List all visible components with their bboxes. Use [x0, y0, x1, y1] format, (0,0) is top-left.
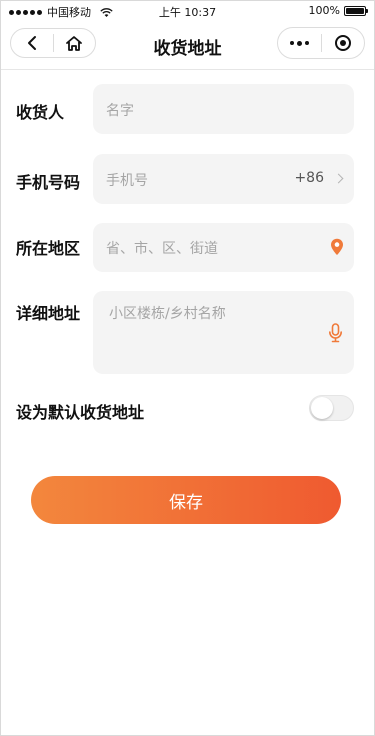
region-row: 所在地区 省、市、区、街道: [1, 223, 374, 272]
phone-placeholder: 手机号: [106, 173, 148, 189]
region-input[interactable]: 省、市、区、街道: [93, 223, 354, 272]
save-button[interactable]: 保存: [31, 476, 341, 524]
detail-label: 详细地址: [16, 304, 81, 323]
nav-bar: 收货地址: [1, 21, 374, 70]
battery-icon: [344, 5, 368, 16]
default-address-row: 设为默认收货地址: [1, 393, 374, 423]
region-label: 所在地区: [16, 239, 81, 258]
region-placeholder: 省、市、区、街道: [106, 241, 218, 257]
status-bar: 中国移动 上午 10:37 100%: [1, 1, 374, 21]
more-icon: [289, 40, 309, 46]
chevron-right-icon: [333, 173, 344, 184]
microphone-icon[interactable]: [328, 323, 343, 343]
status-right: 100%: [308, 4, 368, 17]
mini-program-capsule: [277, 27, 365, 59]
app-frame: 中国移动 上午 10:37 100% 收货地址 收货人 名字 手机号码 手机号 …: [0, 0, 375, 736]
location-pin-icon[interactable]: [330, 238, 344, 256]
more-button[interactable]: [278, 28, 321, 58]
detail-row: 详细地址 小区楼栋/乡村名称: [1, 291, 374, 374]
recipient-placeholder: 名字: [106, 103, 134, 119]
battery-percent: 100%: [308, 4, 340, 17]
default-address-label: 设为默认收货地址: [16, 403, 145, 422]
phone-row: 手机号码 手机号 +86: [1, 154, 374, 204]
target-icon: [334, 35, 351, 51]
recipient-input[interactable]: 名字: [93, 84, 354, 134]
default-address-toggle[interactable]: [309, 395, 354, 421]
phone-label: 手机号码: [16, 173, 81, 192]
recipient-label: 收货人: [16, 103, 65, 122]
detail-placeholder: 小区楼栋/乡村名称: [109, 306, 226, 322]
country-code-selector[interactable]: +86: [294, 170, 324, 186]
recipient-row: 收货人 名字: [1, 84, 374, 134]
close-mini-program-button[interactable]: [322, 28, 365, 58]
phone-input[interactable]: 手机号 +86: [93, 154, 354, 204]
detail-textarea[interactable]: 小区楼栋/乡村名称: [93, 291, 354, 374]
